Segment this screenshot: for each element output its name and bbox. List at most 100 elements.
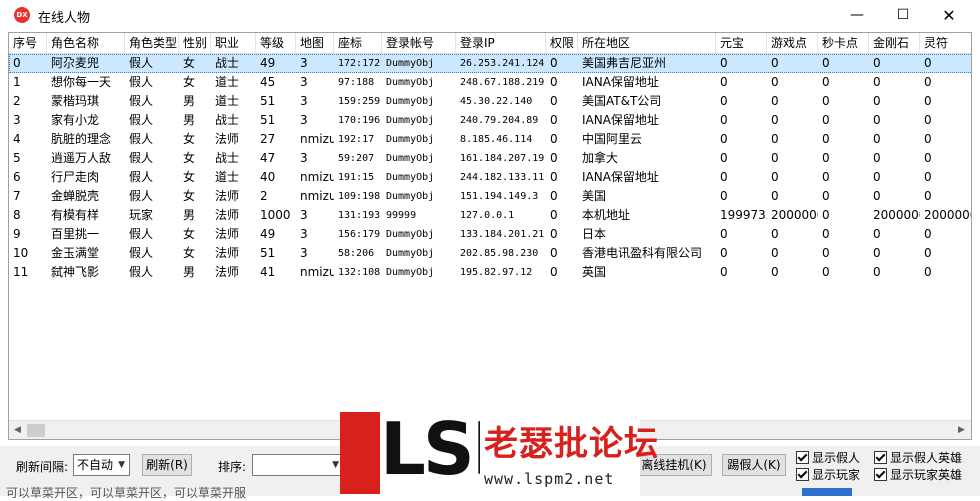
column-header[interactable]: 角色名称 — [47, 33, 125, 53]
column-header[interactable]: 元宝 — [716, 33, 767, 53]
column-header[interactable]: 地图 — [296, 33, 334, 53]
column-header[interactable]: 登录帐号 — [382, 33, 456, 53]
table-row[interactable]: 1 想你每一天 假人 女 道士 45 3 97:188 DummyObj 248.67.188.2… — [9, 73, 971, 92]
scroll-thumb[interactable] — [27, 424, 45, 437]
table-cell: 百里挑一 — [51, 227, 100, 241]
title-bar[interactable]: DX 在线人物 — ☐ ✕ — [0, 0, 980, 30]
column-header[interactable]: 登录IP — [456, 33, 546, 53]
table-cell: 41 — [260, 265, 276, 279]
column-header[interactable]: 角色类型 — [125, 33, 179, 53]
column-header[interactable]: 秒卡点 — [818, 33, 869, 53]
table-cell: 161.184.207.19 — [460, 153, 545, 164]
column-header[interactable]: 等级 — [256, 33, 296, 53]
table-cell: 0 — [550, 113, 558, 127]
table-cell: 女 — [183, 56, 196, 70]
table-cell: 51 — [260, 94, 276, 108]
table-cell: 战士 — [215, 113, 240, 127]
table-cell: 8 — [13, 208, 21, 222]
table-row[interactable]: 8 有模有样 玩家 男 法师 1000 3 131:193 99999 127.0.0.1 0 本机地… — [9, 206, 971, 225]
table-cell: 女 — [183, 246, 196, 260]
table-cell: 0 — [550, 132, 558, 146]
table-cell: 3 — [300, 246, 308, 260]
table-cell: 0 — [873, 94, 881, 108]
table-cell: 0 — [550, 189, 558, 203]
table-cell: DummyObj — [386, 229, 435, 240]
refresh-interval-label: 刷新间隔: — [16, 460, 69, 474]
table-row[interactable]: 9 百里挑一 假人 女 法师 49 3 156:179 DummyObj 133.184.201.… — [9, 225, 971, 244]
column-header[interactable]: 游戏点 — [767, 33, 818, 53]
table-cell: 道士 — [215, 75, 240, 89]
online-players-table[interactable]: 序号 角色名称 角色类型 性别 职业 等级 地图 座标 登录帐号 登录IP 权限 所在地区 元宝 游戏点秒… — [8, 32, 972, 440]
table-cell: 0 — [924, 94, 932, 108]
table-cell: 3 — [300, 75, 308, 89]
show-dummy-checkbox[interactable]: 显示假人 — [796, 449, 860, 466]
table-cell: 0 — [924, 189, 932, 203]
watermark-red-block — [340, 412, 380, 494]
table-cell: 0 — [873, 113, 881, 127]
table-cell: 假人 — [129, 246, 154, 260]
table-cell: 日本 — [582, 227, 607, 241]
table-row[interactable]: 2 蒙楷玛琪 假人 男 道士 51 3 159:259 DummyObj 45.30.22.140… — [9, 92, 971, 111]
table-cell: DummyObj — [386, 115, 435, 126]
table-cell: 45 — [260, 75, 276, 89]
show-dummy-hero-checkbox[interactable]: 显示假人英雄 — [874, 449, 962, 466]
table-row[interactable]: 7 金蝉脱壳 假人 女 法师 2 nmizu 109:198 DummyObj 151.194.1… — [9, 187, 971, 206]
table-cell: 0 — [720, 246, 728, 260]
table-cell: 0 — [822, 189, 830, 203]
table-cell: 法师 — [215, 189, 240, 203]
table-cell: 99999 — [386, 210, 417, 221]
table-row[interactable]: 11 弑神飞影 假人 男 法师 41 nmizu 132:108 DummyObj 195.82.… — [9, 263, 971, 282]
column-header[interactable]: 金刚石 — [869, 33, 920, 53]
column-header[interactable]: 所在地区 — [578, 33, 716, 53]
column-header[interactable]: 权限 — [546, 33, 578, 53]
refresh-interval-select[interactable]: 不自动 ▼ — [73, 454, 130, 476]
table-cell: 131:193 — [338, 210, 381, 221]
table-cell: 蒙楷玛琪 — [51, 94, 100, 108]
table-cell: 假人 — [129, 189, 154, 203]
maximize-button[interactable]: ☐ — [880, 0, 926, 30]
table-cell: 假人 — [129, 151, 154, 165]
table-cell: IANA保留地址 — [582, 75, 659, 89]
table-cell: 0 — [822, 56, 830, 70]
window-title: 在线人物 — [38, 11, 91, 26]
sort-label: 排序: — [218, 460, 247, 474]
table-cell: 0 — [720, 170, 728, 184]
column-header[interactable]: 职业 — [211, 33, 256, 53]
scroll-right-icon[interactable]: ▶ — [953, 421, 970, 439]
table-cell: 金玉满堂 — [51, 246, 100, 260]
sort-select[interactable]: ▼ — [252, 454, 344, 476]
show-player-hero-checkbox[interactable]: 显示玩家英雄 — [874, 466, 962, 483]
table-cell: 家有小龙 — [51, 113, 100, 127]
show-player-label: 显示玩家 — [812, 468, 861, 482]
close-button[interactable]: ✕ — [926, 0, 972, 30]
table-cell: 40 — [260, 170, 276, 184]
table-row[interactable]: 10 金玉满堂 假人 女 法师 51 3 58:206 DummyObj 202.85.98.23… — [9, 244, 971, 263]
table-cell: 0 — [720, 265, 728, 279]
table-cell: 192:17 — [338, 134, 375, 145]
show-player-checkbox[interactable]: 显示玩家 — [796, 466, 860, 483]
refresh-button[interactable]: 刷新(R) — [142, 454, 192, 476]
table-cell: 法师 — [215, 132, 240, 146]
scroll-left-icon[interactable]: ◀ — [9, 421, 26, 439]
minimize-button[interactable]: — — [834, 0, 880, 30]
column-header[interactable]: 序号 — [9, 33, 47, 53]
table-row[interactable]: 0 阿尕麦兜 假人 女 战士 49 3 172:172 DummyObj 26.253.241.1… — [9, 54, 971, 73]
table-row[interactable]: 5 逍遥万人敌 假人 女 战士 47 3 59:207 DummyObj 161.184.207.… — [9, 149, 971, 168]
table-cell: 1999733( — [720, 208, 767, 222]
column-header[interactable]: 座标 — [334, 33, 382, 53]
table-cell: DummyObj — [386, 191, 435, 202]
table-cell: 法师 — [215, 265, 240, 279]
table-row[interactable]: 6 行尸走肉 假人 女 道士 40 nmizu 191:15 DummyObj 244.182.1… — [9, 168, 971, 187]
table-cell: 女 — [183, 75, 196, 89]
table-cell: 8.185.46.114 — [460, 134, 533, 145]
table-cell: 97:188 — [338, 77, 375, 88]
column-header[interactable]: 性别 — [179, 33, 211, 53]
table-cell: DummyObj — [386, 77, 435, 88]
column-header[interactable]: 灵符 — [920, 33, 971, 53]
table-cell: 男 — [183, 113, 196, 127]
table-row[interactable]: 3 家有小龙 假人 男 战士 51 3 170:196 DummyObj 240.79.204.8… — [9, 111, 971, 130]
watermark-brand: LSP — [340, 407, 525, 496]
table-cell: 0 — [873, 56, 881, 70]
kick-dummy-button[interactable]: 踢假人(K) — [722, 454, 786, 476]
table-row[interactable]: 4 肮脏的理念 假人 女 法师 27 nmizu 192:17 DummyObj 8.185.46… — [9, 130, 971, 149]
